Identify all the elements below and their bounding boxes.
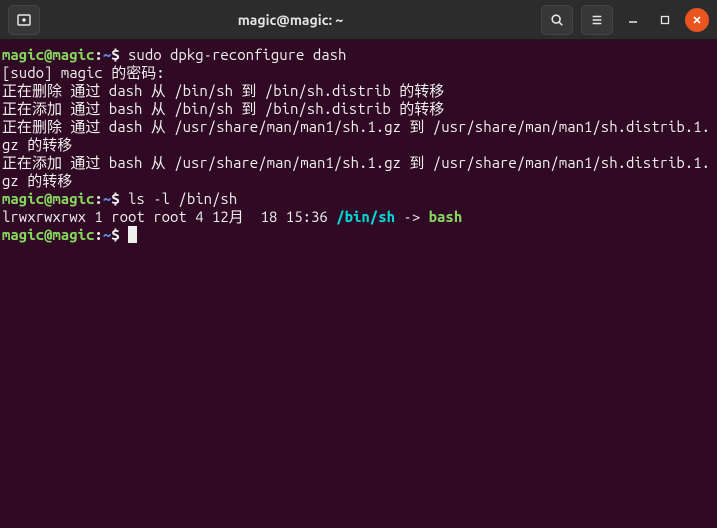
prompt-path: ~ [103, 226, 111, 243]
prompt-sep: : [94, 46, 102, 63]
terminal-line: magic@magic:~$ ls -l /bin/sh [2, 190, 715, 208]
command-text: ls -l /bin/sh [120, 190, 238, 207]
symlink-name: /bin/sh [336, 208, 395, 225]
prompt-dollar: $ [111, 226, 119, 243]
symlink-target: bash [429, 208, 463, 225]
terminal-line: magic@magic:~$ sudo dpkg-reconfigure das… [2, 46, 715, 64]
arrow: -> [395, 208, 429, 225]
prompt-user: magic@magic [2, 190, 94, 207]
titlebar-right [541, 5, 709, 35]
titlebar: magic@magic: ~ [0, 0, 717, 40]
terminal-line: 正在删除 通过 dash 从 /bin/sh 到 /bin/sh.distrib… [2, 82, 715, 100]
prompt-user: magic@magic [2, 226, 94, 243]
terminal-body[interactable]: magic@magic:~$ sudo dpkg-reconfigure das… [0, 40, 717, 528]
command-text [120, 226, 128, 243]
terminal-line: [sudo] magic 的密码: [2, 64, 715, 82]
prompt-path: ~ [103, 46, 111, 63]
titlebar-left [8, 5, 40, 35]
command-text: sudo dpkg-reconfigure dash [120, 46, 347, 63]
close-button[interactable] [685, 8, 709, 32]
window-title: magic@magic: ~ [44, 12, 537, 28]
cursor-icon [128, 226, 137, 243]
terminal-line: 正在删除 通过 dash 从 /usr/share/man/man1/sh.1.… [2, 118, 715, 154]
prompt-user: magic@magic [2, 46, 94, 63]
prompt-sep: : [94, 190, 102, 207]
prompt-path: ~ [103, 190, 111, 207]
terminal-line: 正在添加 通过 bash 从 /bin/sh 到 /bin/sh.distrib… [2, 100, 715, 118]
terminal-line: 正在添加 通过 bash 从 /usr/share/man/man1/sh.1.… [2, 154, 715, 190]
minimize-button[interactable] [621, 8, 645, 32]
search-button[interactable] [541, 5, 573, 35]
prompt-dollar: $ [111, 190, 119, 207]
terminal-line: lrwxrwxrwx 1 root root 4 12月 18 15:36 /b… [2, 208, 715, 226]
menu-button[interactable] [581, 5, 613, 35]
new-tab-button[interactable] [8, 5, 40, 35]
terminal-line: magic@magic:~$ [2, 226, 715, 244]
ls-output-prefix: lrwxrwxrwx 1 root root 4 12月 18 15:36 [2, 208, 336, 225]
maximize-button[interactable] [653, 8, 677, 32]
prompt-dollar: $ [111, 46, 119, 63]
prompt-sep: : [94, 226, 102, 243]
